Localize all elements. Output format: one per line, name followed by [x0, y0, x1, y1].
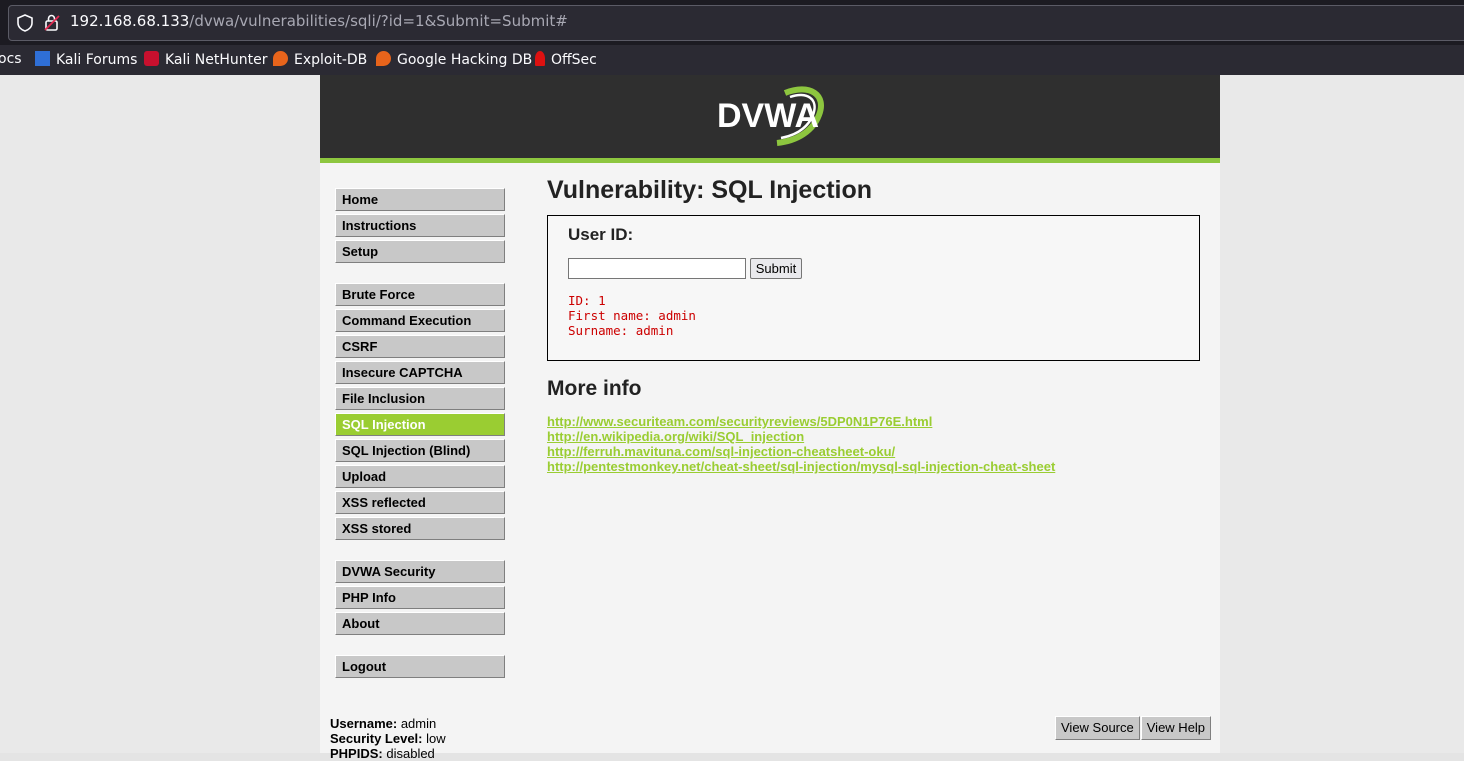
dvwa-logo: DVWA [717, 86, 824, 146]
link-securiteam[interactable]: http://www.securiteam.com/securityreview… [547, 414, 1055, 429]
kali-nethunter-icon [144, 51, 159, 66]
result-first-name: First name: admin [568, 308, 696, 323]
shield-icon[interactable] [17, 14, 33, 36]
menu-item-instructions[interactable]: Instructions [335, 214, 505, 237]
page-viewport: DVWA Home Instructions Setup Brute Force… [0, 75, 1464, 761]
menu-item-php-info[interactable]: PHP Info [335, 586, 505, 609]
more-info-title: More info [547, 377, 642, 400]
user-id-input[interactable] [568, 258, 746, 279]
phpids-label: PHPIDS: [330, 746, 383, 761]
menu-item-home[interactable]: Home [335, 188, 505, 211]
sidebar-menu: Home Instructions Setup Brute Force Comm… [335, 188, 505, 681]
bookmark-label: Kali Forums [56, 52, 138, 68]
bookmark-label: Kali NetHunter [165, 52, 268, 68]
more-info-links: http://www.securiteam.com/securityreview… [547, 414, 1055, 474]
menu-item-sql-injection-blind[interactable]: SQL Injection (Blind) [335, 439, 505, 462]
menu-item-brute-force[interactable]: Brute Force [335, 283, 505, 306]
menu-item-upload[interactable]: Upload [335, 465, 505, 488]
result-id: ID: 1 [568, 293, 606, 308]
bookmark-label: ocs [0, 51, 22, 67]
submit-button[interactable]: Submit [750, 258, 802, 279]
url-text[interactable]: 192.168.68.133/dvwa/vulnerabilities/sqli… [70, 12, 568, 30]
security-level-label: Security Level: [330, 731, 423, 746]
dvwa-container: DVWA Home Instructions Setup Brute Force… [320, 75, 1220, 761]
bookmark-label: OffSec [551, 52, 597, 68]
menu-item-dvwa-security[interactable]: DVWA Security [335, 560, 505, 583]
bookmark-google-hacking-db[interactable]: Google Hacking DB [376, 51, 532, 68]
menu-item-file-inclusion[interactable]: File Inclusion [335, 387, 505, 410]
bookmark-label: Exploit-DB [294, 52, 368, 68]
bookmark-label: Google Hacking DB [397, 52, 533, 68]
security-level-value: low [426, 731, 446, 746]
svg-text:DVWA: DVWA [717, 97, 819, 135]
menu-item-sql-injection[interactable]: SQL Injection [335, 413, 505, 436]
menu-item-csrf[interactable]: CSRF [335, 335, 505, 358]
username-label: Username: [330, 716, 398, 731]
vulnerable-code-area: User ID: Submit ID: 1 First name: admin … [547, 215, 1200, 361]
result-surname: Surname: admin [568, 323, 674, 338]
kali-forums-icon [35, 51, 50, 66]
offsec-icon [535, 51, 545, 66]
phpids-value: disabled [386, 746, 435, 761]
page-title: Vulnerability: SQL Injection [547, 176, 873, 204]
menu-item-xss-reflected[interactable]: XSS reflected [335, 491, 505, 514]
ghdb-icon [376, 51, 391, 66]
menu-item-command-execution[interactable]: Command Execution [335, 309, 505, 332]
user-id-label: User ID: [568, 225, 634, 244]
insecure-lock-icon[interactable] [44, 13, 60, 35]
bookmark-exploit-db[interactable]: Exploit-DB [273, 51, 367, 68]
main-content: Vulnerability: SQL Injection User ID: Su… [547, 176, 1200, 474]
link-pentestmonkey[interactable]: http://pentestmonkey.net/cheat-sheet/sql… [547, 459, 1055, 474]
session-info: Username: admin Security Level: low PHPI… [330, 716, 446, 761]
menu-item-xss-stored[interactable]: XSS stored [335, 517, 505, 540]
link-ferruh[interactable]: http://ferruh.mavituna.com/sql-injection… [547, 444, 1055, 459]
bookmarks-toolbar: ocs Kali Forums Kali NetHunter Exploit-D… [0, 45, 1464, 76]
menu-item-about[interactable]: About [335, 612, 505, 635]
query-result: ID: 1 First name: admin Surname: admin [568, 293, 696, 338]
bookmark-kali-forums[interactable]: Kali Forums [35, 51, 137, 68]
view-source-button[interactable]: View Source [1055, 716, 1140, 740]
bookmark-offsec[interactable]: OffSec [535, 51, 597, 68]
bookmark-docs[interactable]: ocs [0, 51, 22, 67]
menu-item-insecure-captcha[interactable]: Insecure CAPTCHA [335, 361, 505, 384]
header: DVWA [320, 75, 1220, 163]
url-host: 192.168.68.133 [70, 12, 190, 30]
view-help-button[interactable]: View Help [1140, 716, 1212, 740]
menu-item-setup[interactable]: Setup [335, 240, 505, 263]
bookmark-kali-nethunter[interactable]: Kali NetHunter [144, 51, 267, 68]
url-path: /dvwa/vulnerabilities/sqli/?id=1&Submit=… [189, 12, 568, 30]
username-value: admin [400, 716, 437, 731]
link-wikipedia[interactable]: http://en.wikipedia.org/wiki/SQL_injecti… [547, 429, 1055, 444]
browser-toolbar: 192.168.68.133/dvwa/vulnerabilities/sqli… [0, 0, 1464, 45]
exploit-db-icon [273, 51, 288, 66]
source-help-buttons: View Source View Help [1055, 716, 1212, 740]
menu-item-logout[interactable]: Logout [335, 655, 505, 678]
